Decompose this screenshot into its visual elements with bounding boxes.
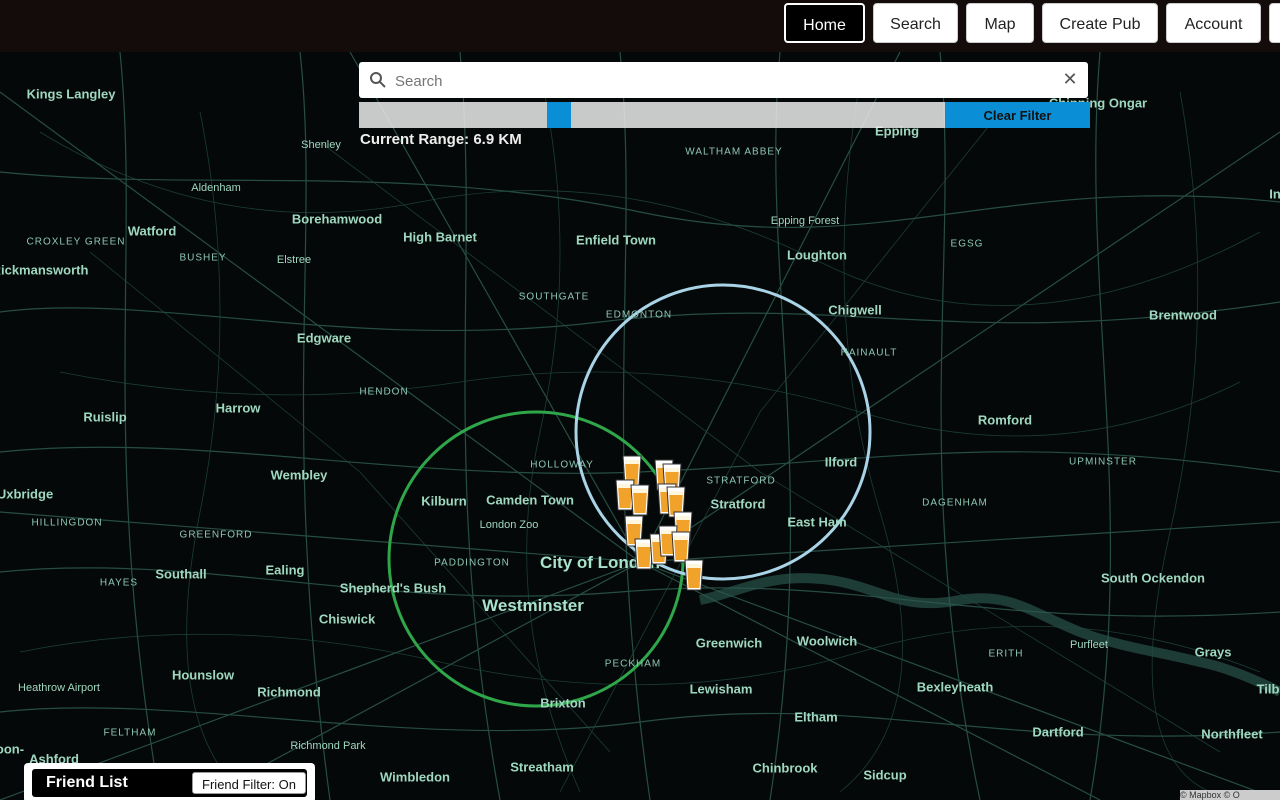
place-label: Chinbrook — [752, 760, 818, 776]
place-label: HENDON — [359, 386, 409, 398]
place-label: Hounslow — [171, 667, 235, 683]
place-label: Kilburn — [421, 493, 467, 509]
search-input[interactable] — [393, 68, 1037, 94]
place-label: SOUTHGATE — [518, 291, 590, 303]
place-label: Brentwood — [1149, 307, 1217, 323]
range-track[interactable] — [359, 102, 945, 128]
place-label: STRATFORD — [706, 475, 776, 487]
nav-search-button[interactable]: Search — [873, 3, 958, 43]
place-label: Northfleet — [1201, 726, 1263, 742]
place-label: East Ham — [787, 514, 847, 530]
place-label: HAYES — [99, 577, 139, 589]
friend-list-header: Friend List Friend Filter: On — [32, 769, 307, 797]
blue-range-circle — [574, 283, 872, 581]
place-label: Ilford — [824, 454, 858, 470]
nav-overflow-button[interactable] — [1269, 3, 1280, 43]
place-label: Richmond — [257, 684, 321, 700]
place-label: Stratford — [710, 496, 766, 512]
close-icon[interactable]: ✕ — [1060, 69, 1080, 89]
clear-filter-button[interactable]: Clear Filter — [945, 102, 1090, 128]
place-label: WALTHAM ABBEY — [685, 146, 783, 158]
place-label: HOLLOWAY — [530, 459, 594, 471]
place-label: Heathrow Airport — [18, 682, 100, 694]
place-label: Shepherd's Bush — [339, 580, 447, 596]
map-attribution[interactable]: © Mapbox © O — [1180, 790, 1280, 800]
place-label: Lewisham — [689, 681, 753, 697]
current-range-label: Current Range: 6.9 KM — [360, 131, 522, 148]
place-label: GREENFORD — [179, 529, 253, 541]
place-label: Brixton — [540, 695, 586, 711]
place-label: Shenley — [301, 139, 341, 151]
place-label: Wimbledon — [380, 769, 450, 785]
range-handle[interactable] — [547, 102, 571, 128]
place-label: Bexleyheath — [916, 679, 994, 695]
search-bar: ✕ — [359, 62, 1088, 98]
friend-filter-toggle[interactable]: Friend Filter: On — [192, 772, 306, 794]
place-label: Enfield Town — [576, 232, 656, 248]
place-label: Sidcup — [863, 767, 907, 783]
nav-account-button[interactable]: Account — [1166, 3, 1261, 43]
place-label: DAGENHAM — [922, 497, 988, 509]
place-label: Westminster — [482, 596, 584, 615]
place-label: In — [1269, 186, 1280, 202]
place-label: Camden Town — [486, 492, 574, 508]
place-label: Wembley — [270, 467, 328, 483]
place-label: UPMINSTER — [1069, 456, 1137, 468]
place-label: EDMONTON — [605, 309, 673, 321]
place-label: Richmond Park — [290, 740, 366, 752]
place-label: Grays — [1194, 644, 1232, 660]
place-label: Streatham — [510, 759, 574, 775]
nav-create-pub-button[interactable]: Create Pub — [1042, 3, 1158, 43]
place-label: EGSG — [950, 238, 984, 250]
range-slider: Clear Filter — [359, 102, 1090, 128]
friend-list-panel: Friend List Friend Filter: On — [24, 763, 315, 800]
nav-map-button[interactable]: Map — [966, 3, 1034, 43]
place-label: ERITH — [988, 648, 1024, 660]
place-label: Southall — [155, 566, 207, 582]
beer-glass-icon[interactable] — [683, 558, 705, 592]
search-icon — [370, 72, 386, 88]
place-label: CROXLEY GREEN — [26, 236, 126, 248]
place-label: Borehamwood — [291, 211, 383, 227]
place-label: Romford — [977, 412, 1033, 428]
place-label: Rickmansworth — [0, 262, 89, 278]
map-base-layer — [0, 52, 1280, 800]
place-label: Harrow — [215, 400, 261, 416]
place-label: PECKHAM — [604, 658, 662, 670]
place-label: oon- — [0, 741, 25, 757]
map-canvas[interactable]: Kings Langley Shenley Aldenham Borehamwo… — [0, 52, 1280, 800]
place-label: BUSHEY — [179, 252, 227, 264]
place-label: FELTHAM — [103, 727, 157, 739]
place-label: Eltham — [794, 709, 838, 725]
place-label: Edgware — [296, 330, 352, 346]
place-label: HILLINGDON — [31, 517, 103, 529]
place-label: Elstree — [276, 254, 312, 266]
place-label: HAINAULT — [840, 347, 898, 359]
place-label: Chigwell — [828, 302, 882, 318]
place-label: Woolwich — [796, 633, 858, 649]
place-label: Greenwich — [695, 635, 763, 651]
top-navbar: Home Search Map Create Pub Account — [0, 0, 1280, 52]
place-label: Dartford — [1032, 724, 1084, 740]
place-label: Chiswick — [318, 611, 376, 627]
friend-list-title[interactable]: Friend List — [46, 774, 128, 792]
beer-glass-icon[interactable] — [629, 483, 651, 517]
place-label: PADDINGTON — [434, 557, 510, 569]
place-label: Watford — [127, 223, 177, 239]
place-label: London Zoo — [479, 519, 539, 531]
place-label: Kings Langley — [26, 86, 116, 102]
place-label: Purfleet — [1070, 639, 1108, 651]
nav-home-button[interactable]: Home — [784, 3, 865, 43]
place-label: Aldenham — [191, 182, 241, 194]
place-label: Ruislip — [83, 409, 127, 425]
place-label: Tilb — [1256, 681, 1280, 697]
place-label: Ealing — [265, 562, 305, 578]
place-label: Uxbridge — [0, 486, 54, 502]
place-label: Epping Forest — [770, 215, 840, 227]
place-label: South Ockendon — [1101, 570, 1205, 586]
place-label: Loughton — [787, 247, 847, 263]
place-label: High Barnet — [403, 229, 477, 245]
